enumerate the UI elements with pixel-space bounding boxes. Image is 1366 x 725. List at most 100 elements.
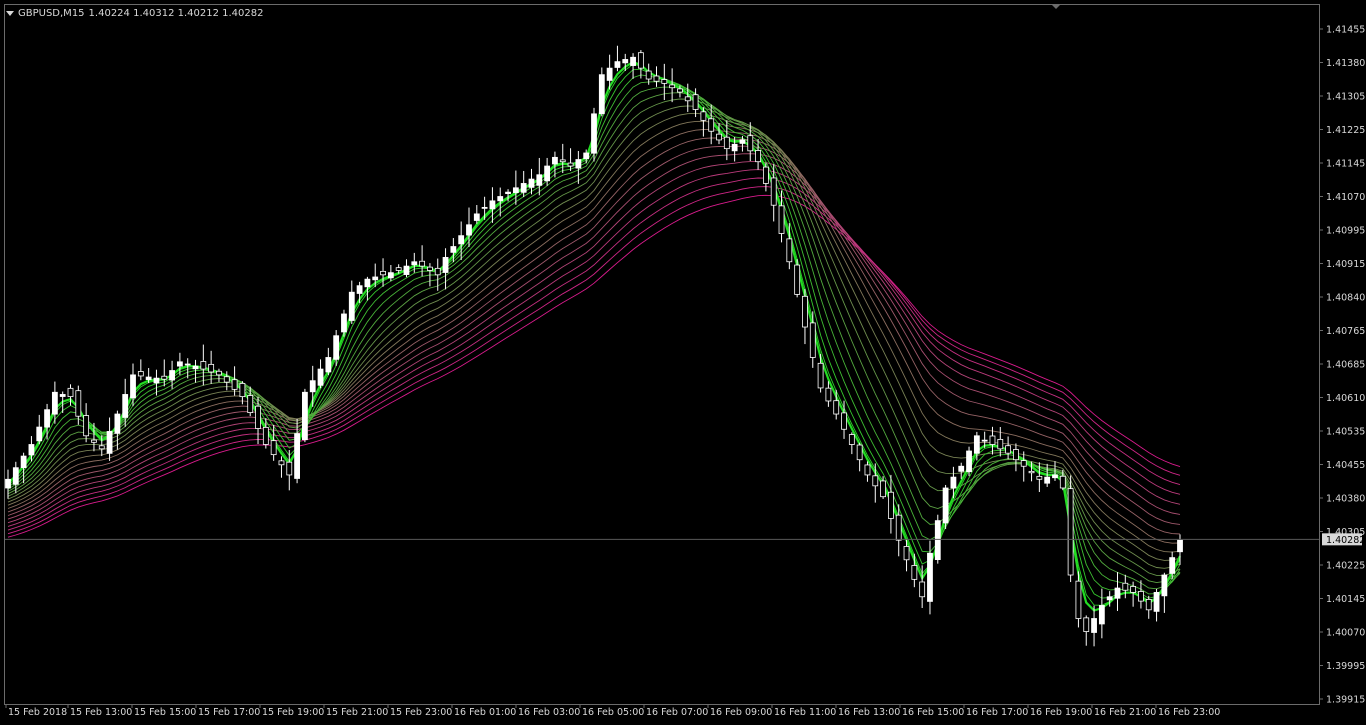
candle-40	[317, 359, 324, 389]
x-tick-label: 15 Feb 23:00	[390, 707, 452, 718]
current-price-label: 1.40282	[1326, 535, 1365, 546]
x-tick-label: 16 Feb 01:00	[454, 707, 516, 718]
candle-21	[169, 360, 175, 389]
candle-102	[802, 288, 808, 345]
candle-147	[1153, 588, 1160, 622]
ema-line-12	[7, 129, 1181, 544]
candle-101	[794, 259, 801, 298]
candle-56	[442, 248, 449, 290]
candle-51	[403, 259, 410, 278]
ema-line-13	[7, 137, 1181, 535]
y-tick-label: 1.41380	[1326, 58, 1365, 69]
candle-37	[294, 418, 300, 484]
candle-112	[880, 476, 886, 499]
candle-59	[466, 207, 472, 247]
y-tick-label: 1.40535	[1326, 427, 1365, 438]
y-tick-label: 1.41305	[1326, 92, 1365, 103]
candle-4	[36, 414, 43, 445]
y-tick-label: 1.39915	[1326, 695, 1365, 706]
candle-142	[1114, 572, 1121, 611]
y-tick-label: 1.40070	[1326, 628, 1365, 639]
x-tick-label: 15 Feb 21:00	[326, 707, 388, 718]
candle-146	[1145, 595, 1152, 619]
candle-13	[106, 417, 113, 461]
candle-68	[536, 157, 543, 196]
ohlc-values: 1.40224 1.40312 1.40212 1.40282	[88, 7, 264, 19]
x-tick-label: 16 Feb 13:00	[838, 707, 900, 718]
y-tick-label: 1.40915	[1326, 259, 1365, 270]
candle-130	[1020, 451, 1027, 482]
candle-62	[489, 187, 496, 223]
candle-109	[856, 442, 863, 472]
candle-128	[1005, 436, 1012, 460]
candle-58	[458, 221, 465, 260]
candle-25	[200, 344, 207, 386]
candle-55	[434, 258, 441, 291]
candle-0	[5, 469, 11, 499]
candle-99	[778, 190, 785, 243]
y-tick-label: 1.40840	[1326, 293, 1365, 304]
x-tick-label: 16 Feb 07:00	[646, 707, 708, 718]
candle-113	[888, 474, 894, 534]
chart-shift-marker	[1052, 5, 1060, 9]
candle-44	[348, 280, 355, 324]
y-tick-label: 1.40380	[1326, 494, 1365, 505]
x-tick-label: 15 Feb 13:00	[70, 707, 132, 718]
candle-138	[1083, 615, 1090, 646]
y-tick-label: 1.40995	[1326, 226, 1365, 237]
ema-line-18	[7, 177, 1181, 531]
y-tick-label: 1.40225	[1326, 561, 1365, 572]
candle-10	[83, 403, 90, 443]
y-tick-label: 1.41145	[1326, 159, 1365, 170]
ema-line-14	[7, 145, 1181, 525]
candle-2	[20, 452, 27, 484]
x-tick-label: 16 Feb 23:00	[1158, 707, 1220, 718]
candle-35	[278, 456, 285, 478]
candle-85	[669, 68, 676, 103]
x-tick-label: 16 Feb 17:00	[966, 707, 1028, 718]
candle-65	[512, 170, 519, 205]
candle-45	[356, 281, 363, 303]
candle-41	[325, 347, 332, 376]
x-tick-label: 15 Feb 19:00	[262, 707, 324, 718]
ema-line-19	[7, 186, 1181, 535]
chart-header: GBPUSD,M15 1.40224 1.40312 1.40212 1.402…	[6, 6, 264, 20]
ema-line-6	[7, 86, 1181, 590]
candle-76	[598, 67, 605, 117]
price-chart[interactable]: 1.41455 1.41380 1.41305 1.41225 1.41145 1.410…	[0, 0, 1366, 725]
candles	[5, 45, 1183, 647]
y-tick-label: 1.40610	[1326, 393, 1365, 404]
x-tick-label: 16 Feb 03:00	[518, 707, 580, 718]
candle-83	[653, 66, 660, 87]
symbol-label: GBPUSD,M15	[18, 7, 85, 19]
y-tick-label: 1.39995	[1326, 661, 1365, 672]
y-tick-label: 1.40765	[1326, 326, 1365, 337]
y-tick-label: 1.41225	[1326, 125, 1365, 136]
triangle-down-icon[interactable]	[6, 10, 14, 16]
candle-49	[387, 264, 394, 282]
x-tick-label: 15 Feb 2018	[8, 707, 67, 718]
x-tick-label: 16 Feb 21:00	[1094, 707, 1156, 718]
x-tick-label: 15 Feb 15:00	[134, 707, 196, 718]
ema-line-8	[7, 98, 1181, 576]
candle-107	[841, 400, 847, 439]
candle-73	[575, 150, 582, 184]
candle-139	[1091, 605, 1097, 647]
candle-17	[137, 359, 144, 381]
ema-line-7	[7, 92, 1181, 584]
chart-window[interactable]: 1.41455 1.41380 1.41305 1.41225 1.41145 1.410…	[0, 0, 1366, 725]
candle-94	[739, 135, 746, 152]
y-tick-label: 1.41070	[1326, 192, 1365, 203]
candle-140	[1098, 588, 1105, 639]
ema-line-17	[7, 169, 1181, 527]
candle-148	[1161, 572, 1168, 613]
candle-123	[966, 446, 972, 477]
ema-line-9	[7, 105, 1181, 569]
candle-81	[637, 50, 644, 79]
candle-98	[770, 164, 777, 222]
candle-71	[559, 143, 566, 173]
ema-line-11	[7, 120, 1181, 553]
candle-38	[302, 388, 308, 443]
candle-5	[44, 403, 50, 440]
y-tick-label: 1.41455	[1326, 25, 1365, 36]
